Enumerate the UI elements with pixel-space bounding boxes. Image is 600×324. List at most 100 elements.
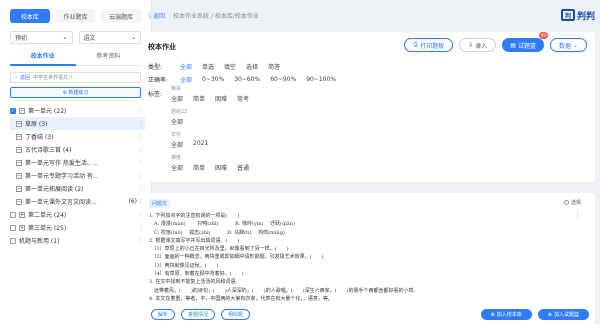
type-option[interactable]: 简答 [268,62,280,71]
type-option[interactable]: 全部 [180,62,192,71]
tags-filter-key: 标签: [148,91,163,98]
collapse-icon[interactable]: − [16,120,22,127]
more-icon[interactable]: ⋮ [137,133,145,140]
collapse-icon[interactable]: − [16,146,22,153]
tag-groups: 难易 全部 简单 困难 常考 题组22 全部 年份 全部 2021 难度 全部 [171,85,249,177]
answer-stats-button[interactable]: 答题情况 [181,309,216,320]
more-icon[interactable]: ⋮ [137,159,145,166]
tree-node[interactable]: − 第一单元课外文言文阅读... (6) ⋮ [10,195,145,208]
tag-group-title: 年份 [171,132,182,138]
expand-icon[interactable]: + [19,224,25,231]
tag-option[interactable]: 全部 [171,94,183,103]
basket-count-badge: 99 [538,32,548,39]
tree-node-label: 第一单元拓展阅读 (2) [25,186,84,193]
tree-node[interactable]: − 草原 (3) ⋮ [10,117,145,130]
type-option[interactable]: 单选 [202,62,214,71]
select-question-toggle[interactable]: 选择 [563,199,581,206]
collapse-icon[interactable]: − [16,198,22,205]
print-icon: ⎙ [413,41,419,48]
accuracy-filter-row: 正确率: 全部 0~30% 30~60% 60~90% 90~100% [148,75,336,84]
tab-school-homework[interactable]: 校本作业 [10,51,76,66]
tag-option[interactable]: 困难 [215,94,227,103]
add-to-library-button[interactable]: ⊕ 加入校本库 [480,309,532,320]
more-icon[interactable]: ⋮ [137,120,145,127]
accuracy-option[interactable]: 60~90% [270,76,296,83]
tab-school-library[interactable]: 校本库 [10,9,50,23]
back-button[interactable]: 〈返回 [145,11,165,20]
collapse-icon[interactable]: − [16,159,22,166]
tag-option[interactable]: 简单 [193,94,205,103]
tree-node[interactable]: − 第一单元专题学习活动 有... ⋮ [10,169,145,182]
tree-node[interactable]: − 丁香结 (3) ⋮ [10,130,145,143]
print-button[interactable]: ⎙ 打印题板 [404,38,454,52]
tag-option[interactable]: 简单 [193,163,205,172]
plus-icon: ⊕ [547,311,552,318]
type-option[interactable]: 选择 [246,62,258,71]
more-icon[interactable]: ⋮ [137,185,145,192]
collapse-icon[interactable]: − [19,107,25,114]
tag-option[interactable]: 全部 [171,117,183,126]
collapse-icon[interactable]: − [16,133,22,140]
tree-node[interactable]: − 第一单元写作 热爱生活、... ⋮ [10,156,145,169]
accuracy-option[interactable]: 0~30% [202,76,224,83]
accuracy-option[interactable]: 90~100% [306,76,336,83]
checkbox-icon[interactable] [10,224,16,231]
new-exercise-button[interactable]: ⊕ 新建练习 [10,87,141,98]
expand-icon[interactable]: + [19,211,25,218]
more-icon[interactable]: ⋮ [137,172,145,179]
accuracy-option[interactable]: 全部 [180,75,192,84]
more-icon[interactable]: ⋮ [137,211,145,218]
tree-node[interactable]: − 第一单元拓展阅读 (2) ⋮ [10,182,145,195]
tag-group: 年份 全部 2021 [171,131,249,149]
import-label: 录入 [475,42,488,50]
checkbox-icon[interactable] [10,211,16,218]
checkbox-icon[interactable]: ✓ [10,107,16,114]
tag-option[interactable]: 2021 [193,140,208,149]
tag-option[interactable]: 普通 [237,163,249,172]
tree-node[interactable]: + 第二单元 (24) ⋮ [10,208,145,221]
new-exercise-label: 新建练习 [68,90,89,96]
subject-select[interactable]: 语文 ⌄ [78,31,141,44]
filter-selects: 预初 ⌄ 语文 ⌄ [0,23,151,44]
select-label: 选择 [570,200,581,206]
more-icon[interactable]: ⋮ [137,198,145,205]
more-icon[interactable]: ⋮ [137,224,145,231]
more-data-button[interactable]: 数据 ⌄ [549,38,587,52]
question-line: A. 漫漫(màn) 只鸭(zhī) B. 惊吟(yín) 迁跃(qiān) [149,221,296,228]
add-to-basket-label: 加入试题篮 [553,312,579,318]
print-label: 打印题板 [420,42,445,50]
tag-option[interactable]: 困难 [215,163,227,172]
back-label: 返回 [153,12,166,20]
sidebar-back-label: 返回 [20,75,31,81]
tree-node[interactable]: ✓ − 第一单元 (22) ⋮ [10,104,145,117]
tree-node[interactable]: 机题与新用 (1) ⋮ [10,234,145,247]
tag-option[interactable]: 全部 [171,140,183,149]
tab-cloud-library[interactable]: 云端题库 [101,9,142,23]
more-icon[interactable]: ⋮ [137,237,145,244]
tree-node[interactable]: − 古代诗歌三首 (4) ⋮ [10,143,145,156]
more-icon[interactable]: ⋮ [574,211,581,219]
accuracy-option[interactable]: 30~60% [234,76,260,83]
more-icon[interactable]: ⋮ [137,107,145,114]
more-icon[interactable]: ⋮ [137,146,145,153]
question-line: （4）有草原，到着在顾中背着好。( ) [149,271,244,278]
tree-node-label: 第一单元课外文言文阅读... [25,199,97,206]
checkbox-icon[interactable] [10,237,16,244]
import-button[interactable]: ⇩ 录入 [459,38,497,52]
tab-homework-library[interactable]: 作业题库 [55,9,96,23]
grade-select[interactable]: 预初 ⌄ [10,31,73,44]
tab-reference[interactable]: 参考资料 [75,51,141,66]
tree-node[interactable]: + 第三单元 (25) ⋮ [10,221,145,234]
similar-questions-button[interactable]: 相似题 [221,309,251,320]
tag-option[interactable]: 全部 [171,163,183,172]
tag-option[interactable]: 常考 [237,94,249,103]
tag-group-title: 难度 [171,155,182,161]
add-to-basket-button[interactable]: ⊕ 加入试题篮 [537,309,589,320]
question-basket-button[interactable]: ▤ 试题篮 99 [502,32,548,52]
toolbar: ⎙ 打印题板 ⇩ 录入 ▤ 试题篮 99 数据 ⌄ [404,32,587,52]
collapse-icon[interactable]: − [16,185,22,192]
sidebar-back-box[interactable]: ‹ 返回 中学生世界语文八 [10,72,141,83]
type-option[interactable]: 填空 [224,62,236,71]
analysis-button[interactable]: 解析 [151,309,176,320]
collapse-icon[interactable]: − [16,172,22,179]
